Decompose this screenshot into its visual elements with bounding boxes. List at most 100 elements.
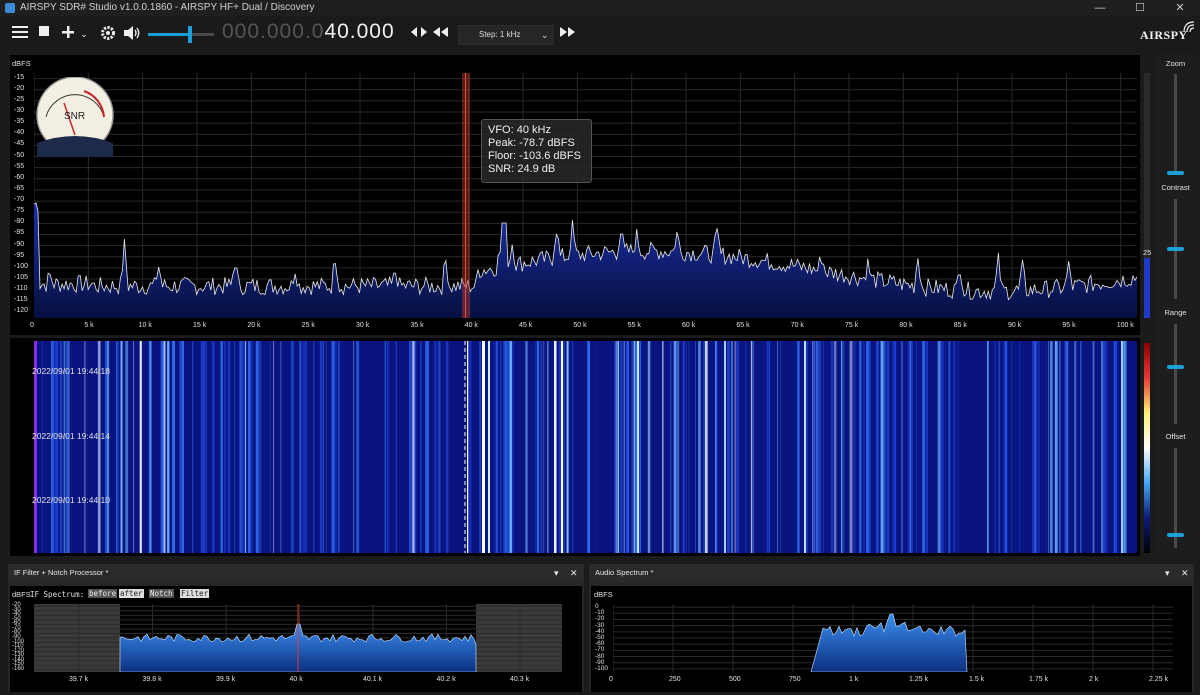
waterfall-streak: [206, 341, 207, 553]
waterfall-streak: [1056, 341, 1058, 553]
waterfall-streak: [572, 341, 574, 553]
waterfall-streak: [674, 341, 676, 553]
frequency-display[interactable]: 000.000.040.000: [222, 20, 395, 44]
stop-icon[interactable]: [34, 24, 54, 44]
rewind-icon[interactable]: [432, 24, 450, 44]
maximize-button[interactable]: ☐: [1120, 0, 1160, 16]
waterfall-streak: [313, 341, 315, 553]
waterfall-plot[interactable]: [34, 341, 1137, 553]
if-spectrum-plot[interactable]: [34, 604, 562, 672]
speaker-icon[interactable]: [122, 24, 142, 44]
close-icon[interactable]: ✕: [570, 564, 578, 582]
waterfall-streak: [446, 341, 449, 553]
spectrum-fill: [34, 202, 1137, 318]
waterfall-streak: [425, 341, 428, 553]
waterfall-streak: [494, 341, 496, 553]
waterfall-streak: [255, 341, 259, 553]
x-tick-label: 55 k: [627, 322, 641, 329]
x-tick-label: 1 k: [849, 676, 859, 683]
waterfall-streak: [535, 341, 537, 553]
add-icon[interactable]: [58, 24, 78, 44]
waterfall-streak: [998, 341, 1001, 553]
dropdown-icon[interactable]: ▾: [554, 564, 559, 582]
chevron-down-icon[interactable]: ⌄: [78, 24, 90, 44]
waterfall-streak: [395, 341, 397, 553]
waterfall-streak: [1126, 341, 1127, 553]
waterfall-streak: [547, 341, 549, 553]
gear-icon[interactable]: [98, 24, 118, 44]
waterfall-streak: [338, 341, 340, 553]
waterfall-streak: [273, 341, 274, 553]
window-title: AIRSPY SDR# Studio v1.0.0.1860 - AIRSPY …: [20, 2, 315, 13]
audio-spectrum-plot[interactable]: [613, 604, 1173, 672]
waterfall-streak: [202, 341, 205, 553]
waterfall-streak: [812, 341, 814, 553]
vfo-marker[interactable]: [462, 73, 470, 318]
audio-spectrum-header: Audio Spectrum * ▾ ✕: [589, 564, 1194, 582]
spectrum-plot[interactable]: [34, 73, 1137, 318]
range-slider-thumb[interactable]: [1167, 365, 1184, 369]
waterfall-streak: [1103, 341, 1106, 553]
after-toggle[interactable]: after: [119, 589, 144, 598]
display-settings-sidebar: Zoom Contrast Range Offset: [1157, 54, 1194, 554]
if-filter-panel: IF Filter + Notch Processor * ▾ ✕ dBFS I…: [8, 564, 584, 692]
contrast-slider-thumb[interactable]: [1167, 247, 1184, 251]
waterfall-streak: [883, 341, 886, 553]
waterfall-streak: [269, 341, 271, 553]
waterfall-streak: [738, 341, 740, 553]
waterfall-streak: [823, 341, 824, 553]
zoom-slider[interactable]: [1174, 74, 1177, 174]
x-tick-label: 45 k: [519, 322, 533, 329]
x-tick-label: 39.9 k: [216, 676, 236, 683]
x-tick-label: 1.25 k: [909, 676, 929, 683]
waterfall-streak: [561, 341, 563, 553]
waterfall-streak: [637, 341, 639, 553]
waterfall-streak: [670, 341, 672, 553]
filter-toggle[interactable]: Filter: [180, 589, 210, 598]
tune-left-right-icon[interactable]: [410, 24, 428, 44]
close-icon[interactable]: ✕: [1181, 564, 1189, 582]
y-tick-label: -65: [14, 184, 25, 192]
waterfall-streak: [438, 341, 441, 553]
volume-slider[interactable]: [148, 26, 214, 43]
y-tick-label: -80: [14, 218, 25, 226]
dropdown-icon[interactable]: ▾: [1165, 564, 1170, 582]
waterfall-streak: [633, 341, 636, 553]
waterfall-streak: [467, 341, 469, 553]
x-tick-label: 70 k: [790, 322, 804, 329]
waterfall-streak: [1092, 341, 1095, 553]
waterfall-streak: [1074, 341, 1077, 553]
waterfall-streak: [479, 341, 481, 553]
zoom-slider-thumb[interactable]: [1167, 171, 1184, 175]
waterfall-streak: [587, 341, 590, 553]
range-slider[interactable]: [1174, 324, 1177, 424]
before-toggle[interactable]: before: [88, 589, 118, 598]
waterfall-streak: [167, 341, 170, 553]
close-window-button[interactable]: ✕: [1160, 0, 1200, 16]
minimize-button[interactable]: —: [1080, 0, 1120, 16]
if-spectrum-area[interactable]: dBFS IF Spectrum: before after Notch Fil…: [10, 586, 582, 692]
offset-slider-thumb[interactable]: [1167, 533, 1184, 537]
waterfall-streak: [662, 341, 664, 553]
y-tick-label: -95: [14, 251, 25, 259]
waterfall-panel[interactable]: 2022/09/01 19:44:18 2022/09/01 19:44:14 …: [10, 338, 1150, 556]
waterfall-streak: [290, 341, 294, 553]
waterfall-streak: [1065, 341, 1069, 553]
spectrum-panel[interactable]: dBFS -15 -20 -25 -30 -35 -40 -45 -50 -55 -60 -65 -7…: [10, 55, 1151, 335]
notch-toggle[interactable]: Notch: [149, 589, 174, 598]
waterfall-streak: [834, 341, 837, 553]
contrast-label: Contrast: [1161, 183, 1190, 192]
waterfall-streak: [540, 341, 542, 553]
waterfall-streak: [1121, 341, 1123, 553]
waterfall-streak: [891, 341, 893, 553]
waterfall-streak: [260, 341, 262, 553]
waterfall-streak: [685, 341, 687, 553]
volume-slider-thumb[interactable]: [188, 26, 192, 43]
step-select[interactable]: Step: 1 kHz ⌄: [458, 25, 554, 45]
waterfall-streak: [994, 341, 996, 553]
menu-icon[interactable]: [10, 24, 30, 44]
audio-spectrum-fill: [810, 613, 968, 672]
waterfall-streak: [213, 341, 215, 553]
audio-spectrum-area[interactable]: dBFS 0 -10 -20 -30 -40 -50 -60 -70 -80 -90 -100 02…: [591, 586, 1192, 692]
fast-forward-icon[interactable]: [558, 24, 576, 44]
